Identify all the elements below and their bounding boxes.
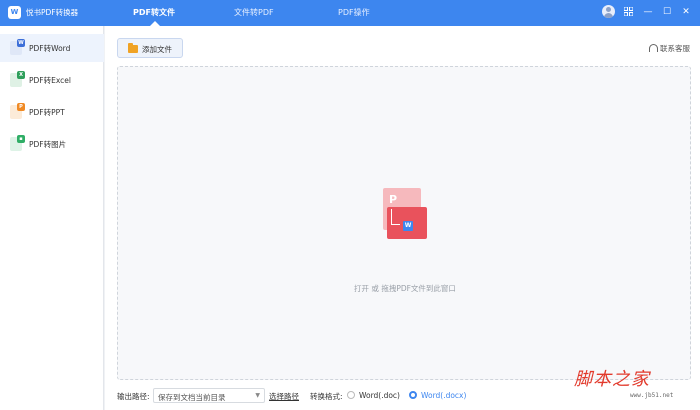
sidebar-item-label: PDF转Word (29, 44, 71, 53)
radio-checked-icon[interactable] (409, 391, 417, 399)
title-bar: W 悦书PDF转换器 PDF转文件 文件转PDF PDF操作 — ☐ ✕ (0, 0, 700, 26)
user-avatar-icon[interactable] (602, 5, 615, 18)
tab-file-to-pdf[interactable]: 文件转PDF (234, 7, 274, 18)
word-badge: W (403, 221, 413, 231)
folder-icon (128, 43, 138, 53)
grid-icon[interactable] (621, 5, 635, 19)
watermark-url: www.jb51.net (630, 392, 674, 399)
contact-service-label: 联系客服 (660, 44, 690, 53)
watermark: 脚本之家 www.jb51.net (570, 365, 700, 410)
drop-hint-text: 打开 或 拖拽PDF文件到此窗口 (354, 284, 456, 293)
sidebar-item-label: PDF转图片 (29, 140, 67, 149)
tab-pdf-operations[interactable]: PDF操作 (338, 7, 370, 18)
minimize-button[interactable]: — (641, 5, 655, 19)
sidebar-item-label: PDF转PPT (29, 108, 65, 117)
output-path-value: 保存到文档当前目录 (158, 393, 226, 402)
output-path-select[interactable]: 保存到文档当前目录 ▼ (153, 388, 265, 403)
format-option-label: Word(.doc) (359, 391, 400, 400)
close-button[interactable]: ✕ (679, 5, 693, 19)
sidebar-item-pdf-to-word[interactable]: W PDF转Word (0, 34, 104, 62)
choose-path-link[interactable]: 选择路径 (269, 391, 299, 402)
chevron-down-icon: ▼ (255, 392, 260, 399)
add-file-label: 添加文件 (142, 45, 172, 54)
radio-unchecked-icon[interactable] (347, 391, 355, 399)
sidebar-item-pdf-to-excel[interactable]: X PDF转Excel (0, 66, 104, 94)
contact-service-link[interactable]: 联系客服 (649, 43, 690, 54)
pdf-letter: P (389, 193, 398, 206)
tab-pdf-to-file[interactable]: PDF转文件 (133, 7, 175, 18)
excel-file-icon: X (10, 71, 25, 87)
main-panel: 添加文件 联系客服 P W 打开 或 拖拽PDF文件到此窗口 输出路径: 保存到… (105, 26, 700, 410)
format-option-doc[interactable]: Word(.doc) (347, 391, 400, 400)
sidebar-item-pdf-to-ppt[interactable]: P PDF转PPT (0, 98, 104, 126)
app-logo-icon: W (8, 6, 21, 19)
format-option-docx[interactable]: Word(.docx) (409, 391, 466, 400)
format-option-label: Word(.docx) (421, 391, 467, 400)
maximize-button[interactable]: ☐ (660, 5, 674, 19)
image-file-icon: ▪ (10, 135, 25, 151)
headset-icon (649, 44, 658, 52)
output-path-label: 输出路径: (117, 392, 150, 401)
app-title: 悦书PDF转换器 (26, 8, 79, 17)
format-label: 转换格式: (310, 392, 343, 401)
sidebar-item-pdf-to-image[interactable]: ▪ PDF转图片 (0, 130, 104, 158)
file-drop-zone[interactable]: P W 打开 或 拖拽PDF文件到此窗口 (117, 66, 691, 380)
sidebar: W PDF转Word X PDF转Excel P PDF转PPT ▪ PDF转图… (0, 26, 104, 410)
watermark-text: 脚本之家 (574, 369, 650, 390)
pdf-to-word-icon: P W (380, 188, 430, 240)
arrow-icon (391, 209, 400, 225)
word-file-icon: W (10, 39, 25, 55)
sidebar-item-label: PDF转Excel (29, 76, 71, 85)
add-file-button[interactable]: 添加文件 (117, 38, 183, 58)
ppt-file-icon: P (10, 103, 25, 119)
